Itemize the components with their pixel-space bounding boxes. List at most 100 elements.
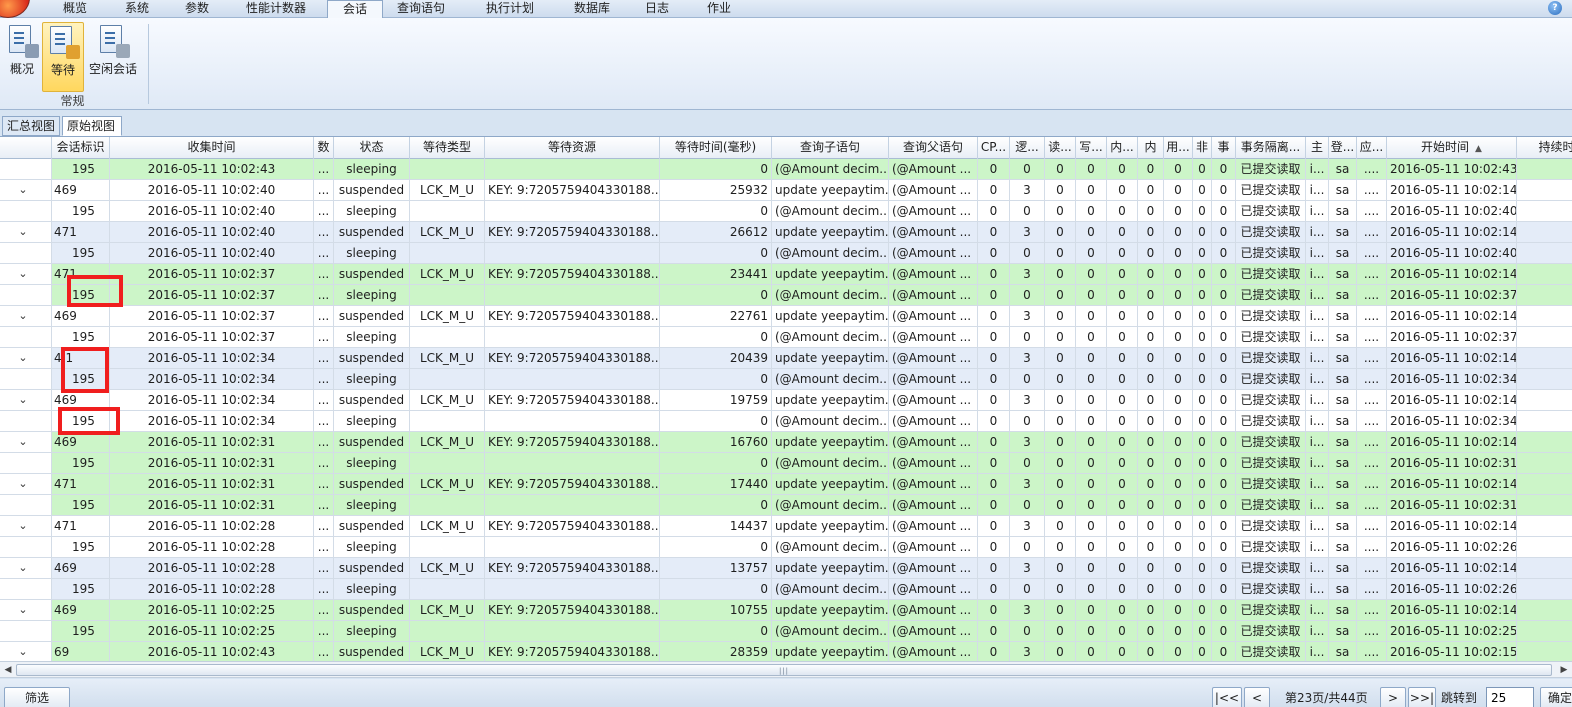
column-header[interactable]: 等待类型 xyxy=(410,137,485,159)
column-header[interactable]: 事务隔离... xyxy=(1236,137,1306,159)
column-header[interactable]: 持续时 xyxy=(1517,137,1572,159)
filter-button[interactable]: 筛选 xyxy=(4,687,70,707)
ribbon-tab[interactable]: 性能计数器 xyxy=(232,0,320,18)
ribbon-tab[interactable]: 会话 xyxy=(327,0,383,19)
next-page-button[interactable]: > xyxy=(1380,687,1406,707)
table-row[interactable]: 195 2016-05-11 10:02:34... sleeping 0 (@Amou… xyxy=(0,369,1572,390)
table-row[interactable]: 195 2016-05-11 10:02:25... sleeping 0 (@Amou… xyxy=(0,621,1572,642)
table-row[interactable]: ⌄ 471 2016-05-11 10:02:28... suspended LCK_M… xyxy=(0,516,1572,537)
overview-button[interactable]: 概况 xyxy=(4,22,40,92)
jump-page-input[interactable] xyxy=(1486,687,1534,707)
ribbon-tab[interactable]: 日志 xyxy=(632,0,682,18)
column-header[interactable]: 非 xyxy=(1193,137,1212,159)
table-row[interactable]: ⌄ 469 2016-05-11 10:02:25... suspended LCK_M… xyxy=(0,600,1572,621)
chevron-down-icon[interactable]: ⌄ xyxy=(18,603,28,617)
table-row[interactable]: 195 2016-05-11 10:02:40... sleeping 0 (@Amou… xyxy=(0,201,1572,222)
cell-wres: KEY: 9:7205759404330188... xyxy=(485,432,660,453)
column-header[interactable] xyxy=(0,137,52,159)
table-row[interactable]: 195 2016-05-11 10:02:43... sleeping 0 (@Amou… xyxy=(0,159,1572,180)
scroll-right-icon[interactable]: ▶ xyxy=(1558,664,1570,676)
column-header[interactable]: 开始时间 ▲ xyxy=(1387,137,1517,159)
column-header[interactable]: 内... xyxy=(1107,137,1138,159)
table-row[interactable]: 195 2016-05-11 10:02:31... sleeping 0 (@Amou… xyxy=(0,495,1572,516)
column-header[interactable]: 逻... xyxy=(1010,137,1045,159)
cell-mem2: 0 xyxy=(1138,432,1164,453)
table-row[interactable]: ⌄ 4 1 2016-05-11 10:02:34... suspended LCK_M… xyxy=(0,348,1572,369)
table-row[interactable]: ⌄ 469 2016-05-11 10:02:37... suspended LCK_M… xyxy=(0,306,1572,327)
column-header[interactable]: 登... xyxy=(1329,137,1357,159)
app-orb-button[interactable] xyxy=(0,0,30,18)
confirm-button[interactable]: 确定 xyxy=(1540,687,1572,707)
ribbon-tab[interactable]: 数据库 xyxy=(558,0,626,18)
column-header[interactable]: 查询父语句 xyxy=(889,137,978,159)
chevron-down-icon[interactable]: ⌄ xyxy=(18,435,28,449)
table-row[interactable]: ⌄ 469 2016-05-11 10:02:28... suspended LCK_M… xyxy=(0,558,1572,579)
table-row[interactable]: ⌄ 469 2016-05-11 10:02:40... suspended LCK_M… xyxy=(0,180,1572,201)
table-row[interactable]: 195 2016-05-11 10:02:34... sleeping 0 (@Amou… xyxy=(0,411,1572,432)
table-row[interactable]: ⌄ 469 2016-05-11 10:02:31... suspended LCK_M… xyxy=(0,432,1572,453)
column-header[interactable]: 读... xyxy=(1045,137,1076,159)
chevron-down-icon[interactable]: ⌄ xyxy=(18,393,28,407)
ribbon-tab[interactable]: 系统 xyxy=(110,0,164,18)
ribbon-tab[interactable]: 查询语句 xyxy=(386,0,456,18)
column-header[interactable]: 状态 xyxy=(334,137,410,159)
table-row[interactable]: ⌄ 471 2016-05-11 10:02:37... suspended LCK_M… xyxy=(0,264,1572,285)
chevron-down-icon[interactable]: ⌄ xyxy=(18,519,28,533)
column-header[interactable]: 内 xyxy=(1138,137,1164,159)
chevron-down-icon[interactable]: ⌄ xyxy=(18,267,28,281)
column-header-label: 应... xyxy=(1359,140,1384,154)
table-row[interactable]: 195 2016-05-11 10:02:31... sleeping 0 (@Amou… xyxy=(0,453,1572,474)
wait-button[interactable]: 等待 xyxy=(42,22,84,92)
table-row[interactable]: 195 2016-05-11 10:02:28... sleeping 0 (@Amou… xyxy=(0,579,1572,600)
column-header[interactable]: 等待资源 xyxy=(485,137,660,159)
ribbon-tab[interactable]: 作业 xyxy=(690,0,748,18)
cell-status: suspended xyxy=(334,432,410,453)
tab-summary-view[interactable]: 汇总视图 xyxy=(2,116,60,136)
scrollbar-thumb[interactable]: ||| xyxy=(16,664,1552,676)
cell-n: ... xyxy=(314,516,334,537)
cell-dur: 23 xyxy=(1517,306,1572,327)
chevron-down-icon[interactable]: ⌄ xyxy=(18,645,28,659)
table-row[interactable]: 195 2016-05-11 10:02:37... sleeping 0 (@Amou… xyxy=(0,285,1572,306)
chevron-down-icon[interactable]: ⌄ xyxy=(18,351,28,365)
ribbon-tab[interactable]: 概览 xyxy=(50,0,100,18)
cell-status: suspended xyxy=(334,474,410,495)
column-header[interactable]: 事 xyxy=(1212,137,1236,159)
column-header[interactable]: 写... xyxy=(1076,137,1107,159)
scroll-left-icon[interactable]: ◀ xyxy=(2,664,14,676)
column-header[interactable]: 应... xyxy=(1357,137,1387,159)
tab-raw-view[interactable]: 原始视图 xyxy=(62,116,122,136)
table-row[interactable]: ⌄ 69 2016-05-11 10:02:43... suspended LCK_M_… xyxy=(0,642,1572,661)
chevron-down-icon[interactable]: ⌄ xyxy=(18,477,28,491)
help-icon[interactable]: ? xyxy=(1548,1,1562,15)
idle-session-button[interactable]: 空闲会话 xyxy=(86,22,140,92)
horizontal-scrollbar[interactable]: ◀ ||| ▶ xyxy=(0,661,1572,678)
table-row[interactable]: ⌄ 469 2016-05-11 10:02:34... suspended LCK_M… xyxy=(0,390,1572,411)
cell-write: 0 xyxy=(1076,327,1107,348)
cell-parent: (@Amount ... xyxy=(889,537,978,558)
column-header[interactable]: 主 xyxy=(1306,137,1329,159)
last-page-button[interactable]: >>| xyxy=(1408,687,1436,707)
column-header[interactable]: 查询子语句 xyxy=(772,137,889,159)
column-header[interactable]: 等待时间(毫秒) xyxy=(660,137,772,159)
prev-page-button[interactable]: < xyxy=(1244,687,1270,707)
column-header[interactable]: 数 xyxy=(314,137,334,159)
table-row[interactable]: 195 2016-05-11 10:02:40... sleeping 0 (@Amou… xyxy=(0,243,1572,264)
chevron-down-icon[interactable]: ⌄ xyxy=(18,561,28,575)
column-header[interactable]: CP... xyxy=(978,137,1010,159)
chevron-down-icon[interactable]: ⌄ xyxy=(18,183,28,197)
column-header[interactable]: 会话标识 xyxy=(52,137,110,159)
table-row[interactable]: 195 2016-05-11 10:02:28... sleeping 0 (@Amou… xyxy=(0,537,1572,558)
cell-user: 0 xyxy=(1164,411,1193,432)
chevron-down-icon[interactable]: ⌄ xyxy=(18,225,28,239)
table-row[interactable]: 195 2016-05-11 10:02:37... sleeping 0 (@Amou… xyxy=(0,327,1572,348)
column-header[interactable]: 收集时间 xyxy=(110,137,314,159)
column-header[interactable]: 用... xyxy=(1164,137,1193,159)
first-page-button[interactable]: |<< xyxy=(1212,687,1242,707)
table-row[interactable]: ⌄ 471 2016-05-11 10:02:31... suspended LCK_M… xyxy=(0,474,1572,495)
cell-status: sleeping xyxy=(334,411,410,432)
chevron-down-icon[interactable]: ⌄ xyxy=(18,309,28,323)
table-row[interactable]: ⌄ 471 2016-05-11 10:02:40... suspended LCK_M… xyxy=(0,222,1572,243)
ribbon-tab[interactable]: 执行计划 xyxy=(474,0,546,18)
ribbon-tab[interactable]: 参数 xyxy=(170,0,224,18)
